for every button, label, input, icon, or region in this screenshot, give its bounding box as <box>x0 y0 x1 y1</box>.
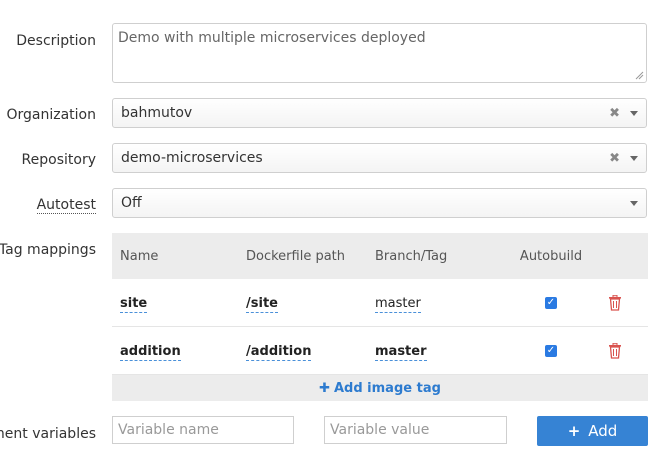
autotest-value: Off <box>121 195 142 211</box>
add-image-tag-button[interactable]: ✚ Add image tag <box>112 375 648 401</box>
variable-value-input[interactable]: Variable value <box>324 416 507 444</box>
column-header-branch-tag: Branch/Tag <box>375 248 448 264</box>
autotest-label: Autotest <box>36 197 96 214</box>
column-header-autobuild: Autobuild <box>519 248 583 264</box>
repository-select[interactable]: demo-microservices ✖ <box>112 143 647 173</box>
organization-select[interactable]: bahmutov ✖ <box>112 98 647 128</box>
add-variable-label: Add <box>588 422 618 440</box>
repository-label: Repository <box>21 152 96 168</box>
trash-icon[interactable] <box>608 342 622 359</box>
description-label: Description <box>16 33 96 49</box>
branch-tag-editable[interactable]: master <box>375 295 421 313</box>
dockerfile-path-editable[interactable]: /site <box>246 295 278 313</box>
repository-value: demo-microservices <box>121 150 263 166</box>
branch-tag-editable[interactable]: master <box>375 343 427 361</box>
resize-grip-icon[interactable] <box>635 71 644 80</box>
variable-name-input[interactable]: Variable name <box>112 416 294 444</box>
env-variables-label: ment variables <box>0 426 96 442</box>
checkbox-icon[interactable]: ✓ <box>545 344 557 357</box>
tag-name-editable[interactable]: site <box>120 295 148 313</box>
checkbox-icon[interactable]: ✓ <box>545 296 557 309</box>
plus-icon: ✚ <box>319 380 330 396</box>
caret-down-icon[interactable] <box>630 200 638 206</box>
clear-icon[interactable]: ✖ <box>609 151 620 166</box>
column-header-name: Name <box>120 248 159 264</box>
plus-icon: + <box>567 422 581 440</box>
organization-label: Organization <box>6 107 96 123</box>
trash-icon[interactable] <box>608 294 622 311</box>
organization-value: bahmutov <box>121 105 193 121</box>
tag-name-editable[interactable]: addition <box>120 343 181 361</box>
table-row: site /site master ✓ <box>112 279 648 327</box>
add-image-tag-label: Add image tag <box>333 380 441 396</box>
dockerfile-path-editable[interactable]: /addition <box>246 343 312 361</box>
table-header: Name Dockerfile path Branch/Tag Autobuil… <box>112 233 648 279</box>
variable-name-placeholder: Variable name <box>118 422 219 438</box>
autotest-select[interactable]: Off <box>112 188 647 218</box>
description-value: Demo with multiple microservices deploye… <box>118 30 426 46</box>
variable-value-placeholder: Variable value <box>330 422 430 438</box>
add-variable-button[interactable]: + Add <box>537 416 648 446</box>
caret-down-icon[interactable] <box>630 155 638 161</box>
tag-mappings-label: Tag mappings <box>0 242 96 258</box>
table-row: addition /addition master ✓ <box>112 327 648 375</box>
tag-mappings-table: Name Dockerfile path Branch/Tag Autobuil… <box>112 233 648 401</box>
column-header-dockerfile-path: Dockerfile path <box>246 248 346 264</box>
clear-icon[interactable]: ✖ <box>609 106 620 121</box>
description-textarea[interactable]: Demo with multiple microservices deploye… <box>112 23 647 83</box>
caret-down-icon[interactable] <box>630 110 638 116</box>
